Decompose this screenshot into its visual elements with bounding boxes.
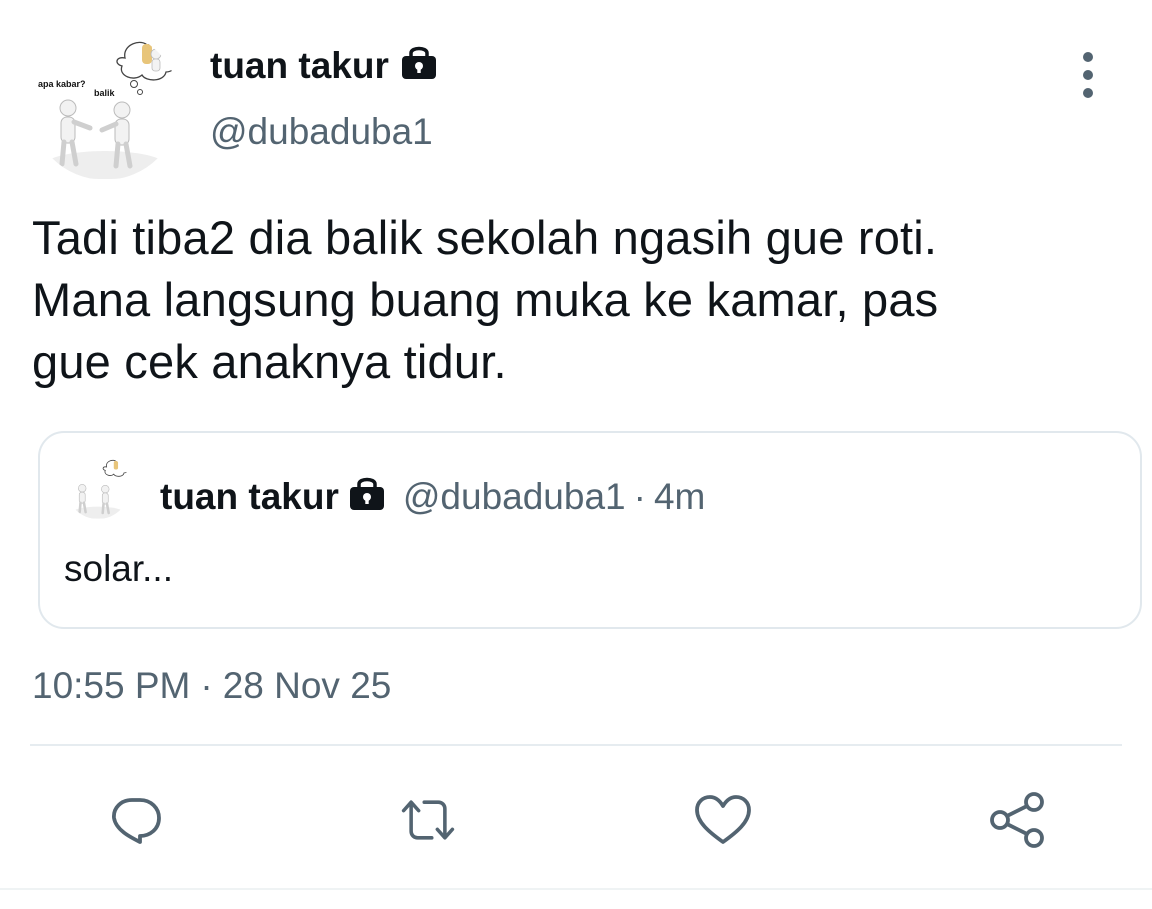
author-handle[interactable]: @dubaduba1	[210, 111, 433, 153]
divider	[30, 744, 1122, 746]
avatar-illustration	[45, 39, 177, 179]
quoted-author-name[interactable]: tuan takur	[160, 476, 339, 518]
reply-icon	[112, 798, 161, 844]
bottom-divider	[0, 888, 1152, 890]
tweet-text: Tadi tiba2 dia balik sekolah ngasih gue …	[32, 207, 1122, 393]
lock-icon	[347, 475, 387, 520]
more-dot-icon	[1083, 70, 1093, 80]
more-dot-icon	[1083, 52, 1093, 62]
timestamp-date: 28 Nov 25	[222, 665, 392, 706]
tweet-text-line: gue cek anaknya tidur.	[32, 335, 507, 388]
avatar-caption-right: balik	[94, 88, 115, 98]
retweet-icon	[401, 800, 455, 840]
avatar-caption-left: apa kabar?	[38, 79, 86, 89]
like-button[interactable]	[693, 790, 753, 850]
share-button[interactable]	[988, 790, 1048, 850]
author-name-row: tuan takur	[210, 44, 439, 89]
heart-icon	[695, 795, 751, 844]
quoted-separator: ·	[633, 476, 646, 517]
avatar-illustration	[72, 458, 129, 519]
quoted-relative-time: 4m	[653, 476, 706, 517]
lock-icon	[399, 44, 439, 89]
author-avatar[interactable]: apa kabar? balik	[30, 30, 180, 180]
more-dot-icon	[1083, 88, 1093, 98]
tweet-text-line: Mana langsung buang muka ke kamar, pas	[32, 273, 939, 326]
more-options-button[interactable]	[1068, 52, 1108, 98]
quoted-tweet-header: tuan takur @dubaduba1 · 4m	[160, 475, 705, 520]
timestamp-separator: ·	[200, 665, 213, 706]
timestamp-time: 10:55 PM	[32, 665, 191, 706]
reply-button[interactable]	[106, 790, 166, 850]
author-display-name[interactable]: tuan takur	[210, 45, 389, 87]
retweet-button[interactable]	[398, 790, 458, 850]
quoted-author-handle[interactable]: @dubaduba1	[403, 476, 626, 518]
quoted-tweet-text: solar...	[64, 548, 173, 589]
tweet-timestamp[interactable]: 10:55 PM · 28 Nov 25	[32, 665, 392, 707]
share-icon	[990, 792, 1044, 848]
tweet-text-line: Tadi tiba2 dia balik sekolah ngasih gue …	[32, 211, 938, 264]
quoted-tweet-card[interactable]: tuan takur @dubaduba1 · 4m solar...	[38, 431, 1142, 629]
quoted-author-avatar[interactable]	[66, 455, 130, 519]
